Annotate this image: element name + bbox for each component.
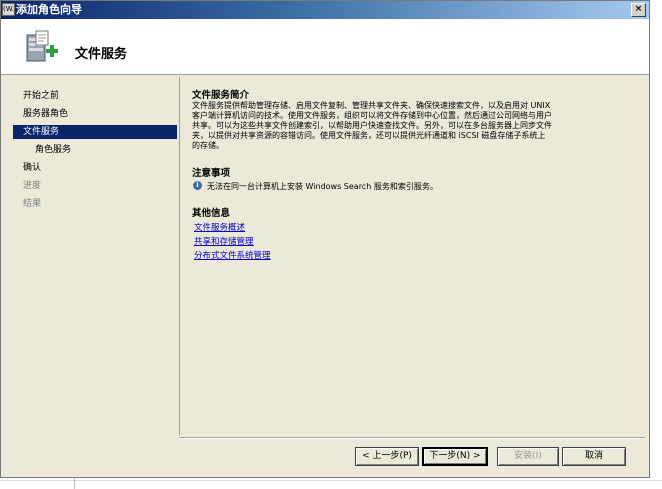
window-title: 添加角色向导 — [16, 3, 82, 16]
back-button[interactable]: < 上一步(P) — [355, 447, 419, 466]
file-server-icon — [26, 30, 58, 62]
intro-paragraph: 文件服务提供帮助管理存储、启用文件复制、管理共享文件夹、确保快速搜索文件，以及启… — [192, 101, 638, 151]
background-divider — [0, 480, 662, 481]
nav-item-confirmation[interactable]: 确认 — [13, 161, 177, 175]
add-roles-wizard-window: (W. 添加角色向导 × 文件服务 开始之前 服务器角色 文件服务 角色服务 确… — [0, 0, 650, 478]
window-icon: (W. — [2, 3, 15, 16]
more-info-title: 其他信息 — [192, 208, 231, 219]
intro-line: 共享。可以为这些共享文件创建索引，以帮助用户快速查找文件。另外，可以在多台服务器… — [192, 121, 552, 130]
link-share-and-storage-management[interactable]: 共享和存储管理 — [194, 235, 254, 247]
install-button: 安装(I) — [497, 447, 559, 466]
wizard-nav: 开始之前 服务器角色 文件服务 角色服务 确认 进度 结果 — [13, 81, 177, 436]
intro-line: 的存储。 — [192, 141, 224, 150]
nav-item-server-roles[interactable]: 服务器角色 — [13, 107, 177, 121]
intro-line: 文件服务提供帮助管理存储、启用文件复制、管理共享文件夹、确保快速搜索文件，以及启… — [192, 101, 551, 110]
button-separator — [179, 437, 645, 439]
link-dfs-management[interactable]: 分布式文件系统管理 — [194, 249, 271, 261]
title-bar[interactable]: (W. 添加角色向导 × — [1, 1, 649, 19]
nav-item-role-services[interactable]: 角色服务 — [13, 143, 177, 157]
next-button[interactable]: 下一步(N) > — [422, 447, 488, 466]
nav-item-progress: 进度 — [23, 181, 42, 191]
note-text: 无法在同一台计算机上安装 Windows Search 服务和索引服务。 — [207, 182, 438, 191]
nav-item-results: 结果 — [23, 199, 42, 209]
info-icon: i — [193, 181, 202, 190]
notes-title: 注意事项 — [192, 168, 231, 179]
link-file-services-overview[interactable]: 文件服务概述 — [194, 221, 245, 233]
intro-title: 文件服务简介 — [192, 90, 250, 101]
close-button[interactable]: × — [631, 3, 646, 17]
intro-line: 客户端计算机访问的技术。使用文件服务，组织可以将文件存储到中心位置，然后通过公司… — [192, 111, 552, 120]
intro-line: 夹，以提供对共享资源的容错访问。使用文件服务，还可以提供光纤通道和 iSCSI … — [192, 131, 546, 140]
nav-item-file-services[interactable]: 文件服务 — [13, 125, 177, 139]
background-tick — [74, 478, 75, 489]
nav-item-before-you-begin[interactable]: 开始之前 — [13, 89, 177, 103]
wizard-header: 文件服务 — [1, 19, 649, 75]
page-title: 文件服务 — [75, 47, 128, 62]
cancel-button[interactable]: 取消 — [562, 447, 626, 466]
content-pane: 文件服务简介 文件服务提供帮助管理存储、启用文件复制、管理共享文件夹、确保快速搜… — [179, 77, 646, 435]
